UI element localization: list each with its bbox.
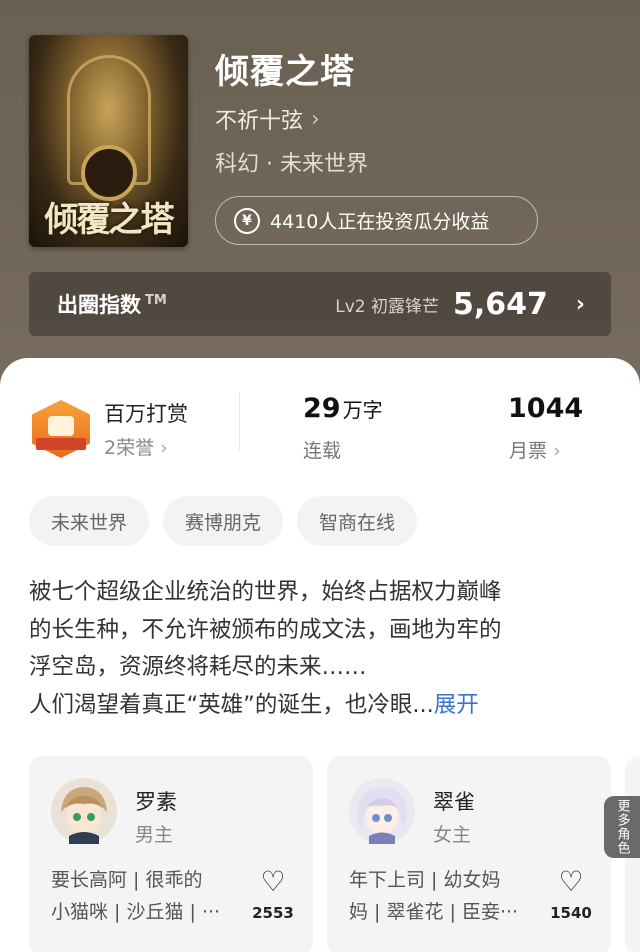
divider — [239, 392, 240, 450]
book-title: 倾覆之塔 — [215, 52, 355, 92]
character-tags-line: 小猫咪 | 沙丘猫 | ··· — [51, 901, 221, 923]
character-name: 罗素 — [135, 790, 177, 814]
badge-ribbon — [36, 438, 86, 450]
character-tags-line: 要长高阿 | 很乖的 — [51, 869, 203, 891]
more-characters-button[interactable]: 更多角色 — [604, 796, 640, 858]
chevron-right-icon: › — [553, 440, 561, 462]
character-card[interactable]: 翠雀 女主 年下上司 | 幼女妈 妈 | 翠雀花 | 臣妾··· ♡ 1540 — [327, 756, 611, 952]
avatar — [51, 778, 117, 844]
tag-chip[interactable]: 未来世界 — [29, 496, 150, 546]
index-score: 5,647 — [453, 286, 548, 322]
cover-title: 倾覆之塔 — [44, 200, 175, 240]
trademark-mark: TM — [145, 293, 167, 308]
character-role: 男主 — [135, 824, 174, 846]
author-link[interactable]: 不祈十弦 › — [215, 103, 320, 135]
character-name: 翠雀 — [433, 790, 475, 814]
synopsis-line: 被七个超级企业统治的世界，始终占据权力巅峰 — [29, 579, 502, 605]
character-card[interactable]: 罗素 男主 要长高阿 | 很乖的 小猫咪 | 沙丘猫 | ··· ♡ 2553 — [29, 756, 313, 952]
serial-status: 连载 — [303, 440, 342, 462]
like-count: 1540 — [550, 904, 592, 922]
monthly-votes-link[interactable]: 月票 › — [509, 436, 561, 463]
synopsis-line: 的长生种，不允许被颁布的成文法，画地为牢的 — [29, 616, 502, 643]
badge-chest — [48, 416, 74, 436]
book-header: 倾覆之塔 倾覆之塔 不祈十弦 › 科幻 · 未来世界 ¥ 4410人正在投资瓜分… — [0, 0, 640, 400]
character-tags-line: 年下上司 | 幼女妈 — [349, 869, 501, 891]
avatar — [349, 778, 415, 844]
invest-label: 4410人正在投资瓜分收益 — [270, 211, 490, 233]
character-role: 女主 — [433, 824, 472, 846]
book-synopsis: 被七个超级企业统治的世界，始终占据权力巅峰 的长生种，不允许被颁布的成文法，画地… — [29, 574, 604, 724]
book-cover[interactable]: 倾覆之塔 — [29, 35, 188, 247]
author-name: 不祈十弦 — [215, 109, 304, 134]
honor-badge-icon[interactable] — [32, 400, 90, 458]
honor-title[interactable]: 百万打赏 — [104, 398, 188, 428]
character-tags-line: 妈 | 翠雀花 | 臣妾··· — [349, 901, 519, 923]
character-tags: 要长高阿 | 很乖的 小猫咪 | 沙丘猫 | ··· — [51, 864, 236, 928]
invest-button[interactable]: ¥ 4410人正在投资瓜分收益 — [215, 196, 538, 245]
word-count: 29 万字 — [303, 393, 383, 424]
chevron-right-icon: › — [575, 291, 585, 317]
heart-icon[interactable]: ♡ — [555, 866, 587, 898]
tag-list: 未来世界 赛博朋克 智商在线 — [29, 496, 418, 546]
book-detail-sheet: 百万打赏 2荣誉 › 29 万字 连载 1044 月票 › 未来世界 赛博朋克 智… — [0, 358, 640, 952]
character-tags: 年下上司 | 幼女妈 妈 | 翠雀花 | 臣妾··· — [349, 864, 534, 928]
popularity-index-bar[interactable]: 出圈指数 TM Lv2 初露锋芒 5,647 › — [29, 272, 611, 336]
tag-chip[interactable]: 赛博朋克 — [163, 496, 284, 546]
tag-chip[interactable]: 智商在线 — [297, 496, 418, 546]
index-values: Lv2 初露锋芒 5,647 › — [335, 287, 585, 322]
stats-row: 百万打赏 2荣誉 › 29 万字 连载 1044 月票 › — [0, 358, 640, 468]
index-level: Lv2 初露锋芒 — [335, 296, 440, 317]
genre-label: 科幻 · 未来世界 — [215, 152, 368, 177]
heart-icon[interactable]: ♡ — [257, 866, 289, 898]
monthly-votes-count: 1044 — [508, 393, 584, 424]
expand-link[interactable]: 展开 — [434, 692, 479, 718]
synopsis-line: 人们渴望着真正“英雄”的诞生，也冷眼...展开 — [29, 691, 479, 718]
honor-count[interactable]: 2荣誉 › — [104, 433, 168, 460]
chevron-right-icon: › — [160, 437, 168, 459]
synopsis-line: 浮空岛，资源终将耗尽的未来…… — [29, 654, 367, 680]
yen-icon: ¥ — [234, 207, 260, 234]
index-label: 出圈指数 TM — [57, 293, 167, 317]
chevron-right-icon: › — [311, 106, 320, 132]
like-count: 2553 — [252, 904, 294, 922]
